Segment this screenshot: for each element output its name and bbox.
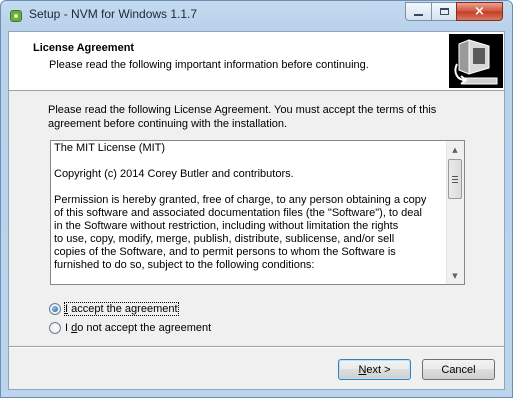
footer-divider xyxy=(9,346,504,348)
license-scrollbar[interactable]: ▲ ▼ xyxy=(446,141,464,284)
maximize-icon xyxy=(439,8,449,15)
accept-label[interactable]: I accept the agreement xyxy=(64,302,179,316)
minimize-button[interactable] xyxy=(405,2,432,21)
decline-agreement-option[interactable]: I do not accept the agreement xyxy=(49,320,211,336)
close-icon: × xyxy=(474,4,485,19)
decline-radio[interactable] xyxy=(49,322,61,334)
scroll-thumb[interactable] xyxy=(448,159,462,199)
next-button[interactable]: Next > xyxy=(338,359,411,380)
decline-label[interactable]: I do not accept the agreement xyxy=(65,322,211,334)
close-button[interactable]: × xyxy=(456,2,503,21)
app-icon xyxy=(10,10,22,22)
window-title: Setup - NVM for Windows 1.1.7 xyxy=(29,7,198,21)
wizard-header: License Agreement Please read the follow… xyxy=(9,32,504,91)
scroll-down-arrow-icon[interactable]: ▼ xyxy=(447,267,463,284)
title-bar[interactable]: Setup - NVM for Windows 1.1.7 × xyxy=(1,1,512,29)
minimize-icon xyxy=(414,13,423,16)
license-instructions: Please read the following License Agreem… xyxy=(48,104,437,130)
wizard-body: License Agreement Please read the follow… xyxy=(8,31,505,390)
setup-window: Setup - NVM for Windows 1.1.7 × License … xyxy=(0,0,513,398)
installer-computer-icon xyxy=(449,34,503,88)
accept-agreement-option[interactable]: I accept the agreement xyxy=(49,301,179,317)
cancel-button[interactable]: Cancel xyxy=(422,359,495,380)
license-text: The MIT License (MIT) Copyright (c) 2014… xyxy=(54,142,427,271)
maximize-button[interactable] xyxy=(431,2,457,21)
scroll-up-arrow-icon[interactable]: ▲ xyxy=(447,141,463,158)
page-title: License Agreement xyxy=(33,42,135,54)
license-textbox[interactable]: The MIT License (MIT) Copyright (c) 2014… xyxy=(50,140,465,285)
page-subtitle: Please read the following important info… xyxy=(49,59,369,71)
accept-radio[interactable] xyxy=(49,303,61,315)
